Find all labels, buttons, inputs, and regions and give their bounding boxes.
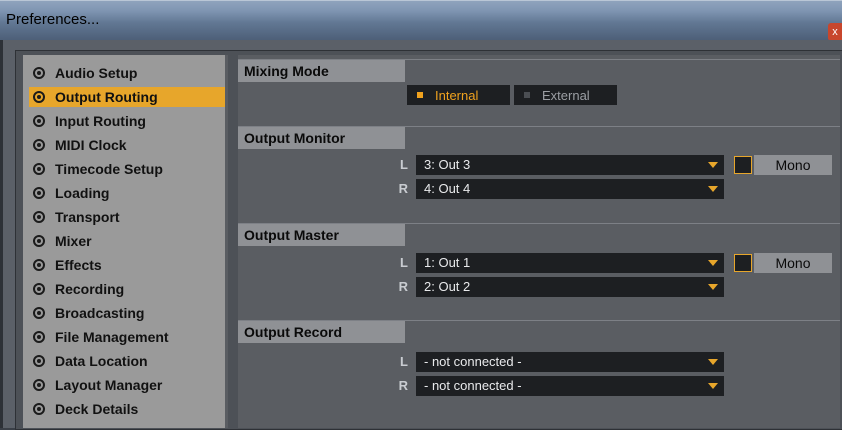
sidebar-item-label: Input Routing <box>55 113 146 129</box>
select-value: 1: Out 1 <box>424 255 471 270</box>
radio-icon <box>33 211 45 223</box>
sidebar-item-label: Deck Details <box>55 401 139 417</box>
sidebar-item-output-routing[interactable]: Output Routing <box>29 87 225 107</box>
preferences-sidebar: Audio Setup Output Routing Input Routing… <box>23 55 228 428</box>
sidebar-item-label: Broadcasting <box>55 305 145 321</box>
selected-indicator-icon <box>417 92 423 98</box>
radio-icon <box>33 283 45 295</box>
radio-icon <box>33 355 45 367</box>
sidebar-item-mixer[interactable]: Mixer <box>29 231 225 251</box>
channel-label-left: L <box>400 157 408 172</box>
close-button[interactable]: x <box>828 23 842 41</box>
close-icon: x <box>832 26 838 38</box>
sidebar-item-transport[interactable]: Transport <box>29 207 225 227</box>
sidebar-item-label: Effects <box>55 257 102 273</box>
channel-label-right: R <box>398 181 408 196</box>
output-record-right-select[interactable]: - not connected - <box>416 376 724 396</box>
option-label: Internal <box>435 87 479 103</box>
chevron-down-icon <box>708 260 718 266</box>
sidebar-item-label: Audio Setup <box>55 65 138 81</box>
sidebar-item-label: Output Routing <box>55 89 158 105</box>
output-monitor-header: Output Monitor <box>238 126 840 149</box>
chevron-down-icon <box>708 284 718 290</box>
select-value: 2: Out 2 <box>424 279 471 294</box>
sidebar-item-midi-clock[interactable]: MIDI Clock <box>29 135 225 155</box>
sidebar-item-label: MIDI Clock <box>55 137 127 153</box>
radio-icon <box>33 67 45 79</box>
radio-icon <box>33 259 45 271</box>
section-title: Mixing Mode <box>238 60 405 82</box>
channel-label-left: L <box>400 354 408 369</box>
select-value: - not connected - <box>424 354 522 369</box>
sidebar-item-label: Data Location <box>55 353 148 369</box>
radio-icon <box>33 403 45 415</box>
sidebar-item-label: Recording <box>55 281 125 297</box>
radio-icon <box>33 331 45 343</box>
radio-icon <box>33 307 45 319</box>
channel-label-right: R <box>398 279 408 294</box>
sidebar-item-effects[interactable]: Effects <box>29 255 225 275</box>
chevron-down-icon <box>708 383 718 389</box>
output-monitor-mono-checkbox[interactable] <box>734 156 752 174</box>
mixing-mode-external-button[interactable]: External <box>514 85 617 105</box>
sidebar-item-label: Loading <box>55 185 110 201</box>
radio-icon <box>33 91 45 103</box>
output-routing-panel: Mixing Mode Output Monitor Output Master… <box>238 55 840 428</box>
sidebar-item-label: Transport <box>55 209 120 225</box>
channel-label-right: R <box>398 378 408 393</box>
select-value: 4: Out 4 <box>424 181 471 196</box>
sidebar-item-file-management[interactable]: File Management <box>29 327 225 347</box>
sidebar-item-broadcasting[interactable]: Broadcasting <box>29 303 225 323</box>
output-master-header: Output Master <box>238 223 840 246</box>
sidebar-item-recording[interactable]: Recording <box>29 279 225 299</box>
radio-icon <box>33 187 45 199</box>
sidebar-item-layout-manager[interactable]: Layout Manager <box>29 375 225 395</box>
sidebar-item-label: File Management <box>55 329 169 345</box>
select-value: - not connected - <box>424 378 522 393</box>
radio-icon <box>33 139 45 151</box>
sidebar-item-data-location[interactable]: Data Location <box>29 351 225 371</box>
sidebar-item-input-routing[interactable]: Input Routing <box>29 111 225 131</box>
radio-icon <box>33 235 45 247</box>
section-title: Output Master <box>238 224 405 246</box>
output-monitor-left-select[interactable]: 3: Out 3 <box>416 155 724 175</box>
mixing-mode-internal-button[interactable]: Internal <box>407 85 510 105</box>
sidebar-item-label: Mixer <box>55 233 92 249</box>
output-record-left-select[interactable]: - not connected - <box>416 352 724 372</box>
output-master-right-select[interactable]: 2: Out 2 <box>416 277 724 297</box>
radio-icon <box>33 379 45 391</box>
radio-icon <box>33 163 45 175</box>
chevron-down-icon <box>708 359 718 365</box>
output-master-left-select[interactable]: 1: Out 1 <box>416 253 724 273</box>
channel-label-left: L <box>400 255 408 270</box>
sidebar-item-timecode-setup[interactable]: Timecode Setup <box>29 159 225 179</box>
mixing-mode-header: Mixing Mode <box>238 59 840 82</box>
window-title: Preferences... <box>6 11 100 28</box>
sidebar-item-deck-details[interactable]: Deck Details <box>29 399 225 419</box>
chevron-down-icon <box>708 186 718 192</box>
section-title: Output Record <box>238 321 405 343</box>
sidebar-item-label: Layout Manager <box>55 377 163 393</box>
output-monitor-mono-label: Mono <box>754 155 832 175</box>
sidebar-item-loading[interactable]: Loading <box>29 183 225 203</box>
radio-icon <box>33 115 45 127</box>
output-record-header: Output Record <box>238 320 840 343</box>
output-master-mono-checkbox[interactable] <box>734 254 752 272</box>
title-bar: Preferences... x <box>0 0 842 41</box>
output-master-mono-label: Mono <box>754 253 832 273</box>
chevron-down-icon <box>708 162 718 168</box>
sidebar-item-audio-setup[interactable]: Audio Setup <box>29 63 225 83</box>
select-value: 3: Out 3 <box>424 157 471 172</box>
sidebar-item-label: Timecode Setup <box>55 161 163 177</box>
option-label: External <box>542 87 590 103</box>
output-monitor-right-select[interactable]: 4: Out 4 <box>416 179 724 199</box>
unselected-indicator-icon <box>524 92 530 98</box>
section-title: Output Monitor <box>238 127 405 149</box>
